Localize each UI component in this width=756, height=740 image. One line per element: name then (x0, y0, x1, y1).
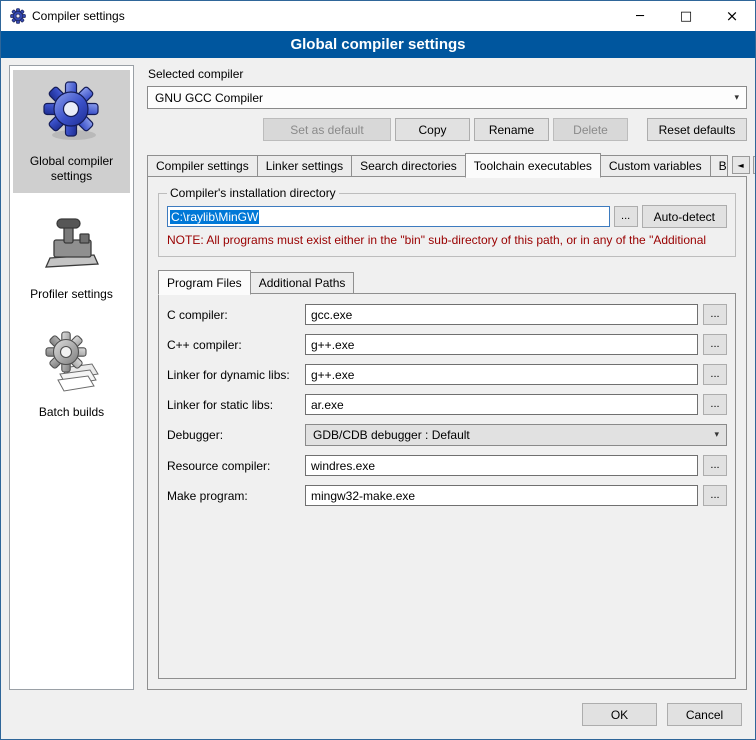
copy-button[interactable]: Copy (395, 118, 470, 141)
tab-search-directories[interactable]: Search directories (351, 155, 466, 177)
cpp-compiler-input[interactable] (305, 334, 698, 355)
selected-compiler-label: Selected compiler (148, 67, 747, 81)
installation-directory-legend: Compiler's installation directory (167, 186, 339, 200)
sidebar-item-label: Batch builds (39, 405, 104, 420)
program-files-page: C compiler: ... C++ compiler: ... Linker… (158, 293, 736, 679)
tab-custom-variables[interactable]: Custom variables (600, 155, 711, 177)
minimize-button[interactable]: ─ (617, 1, 663, 31)
main-panel: Selected compiler GNU GCC Compiler ▾ Set… (147, 65, 747, 690)
field-row-linker-static: Linker for static libs: ... (167, 394, 727, 415)
tab-build-options-truncated[interactable]: Buil (710, 155, 728, 177)
window-title: Compiler settings (32, 9, 125, 23)
sidebar-item-batch-builds[interactable]: Batch builds (13, 321, 130, 429)
settings-sidebar: Global compiler settings Profiler se (9, 65, 134, 690)
page-title: Global compiler settings (1, 31, 755, 58)
dialog-footer: OK Cancel (1, 690, 755, 739)
field-row-resource-compiler: Resource compiler: ... (167, 455, 727, 476)
tab-toolchain-executables[interactable]: Toolchain executables (465, 153, 601, 178)
selected-compiler-select[interactable]: GNU GCC Compiler ▾ (147, 86, 747, 109)
linker-dynamic-label: Linker for dynamic libs: (167, 368, 305, 382)
tab-linker-settings[interactable]: Linker settings (257, 155, 352, 177)
subtab-program-files[interactable]: Program Files (158, 270, 251, 295)
compiler-actions: Set as default Copy Rename Delete Reset … (147, 118, 747, 141)
debugger-label: Debugger: (167, 428, 305, 442)
resource-compiler-browse-button[interactable]: ... (703, 455, 727, 476)
resource-compiler-label: Resource compiler: (167, 459, 305, 473)
make-program-browse-button[interactable]: ... (703, 485, 727, 506)
tab-scroll-right-icon[interactable]: ► (753, 156, 756, 174)
sidebar-item-label: Profiler settings (30, 287, 113, 302)
selected-compiler-value: GNU GCC Compiler (155, 91, 263, 105)
install-dir-selected-text: C:\raylib\MinGW (170, 210, 259, 224)
chevron-down-icon: ▾ (734, 93, 739, 103)
bin-subdirectory-note: NOTE: All programs must exist either in … (167, 233, 727, 247)
chevron-down-icon: ▾ (714, 430, 719, 440)
cpp-compiler-label: C++ compiler: (167, 338, 305, 352)
install-dir-browse-button[interactable]: ... (614, 206, 638, 227)
blue-gear-icon (40, 79, 104, 146)
app-gear-icon (10, 8, 26, 24)
linker-static-input[interactable] (305, 394, 698, 415)
auto-detect-button[interactable]: Auto-detect (642, 205, 727, 228)
dialog-content: Global compiler settings Profiler se (1, 58, 755, 690)
install-dir-input[interactable]: C:\raylib\MinGW (167, 206, 610, 227)
installation-directory-group: Compiler's installation directory C:\ray… (158, 186, 736, 257)
make-program-input[interactable] (305, 485, 698, 506)
tab-scroll-left-icon[interactable]: ◄ (732, 156, 750, 174)
delete-button[interactable]: Delete (553, 118, 628, 141)
sidebar-item-label: Global compiler settings (15, 154, 128, 184)
debugger-value: GDB/CDB debugger : Default (313, 428, 470, 442)
c-compiler-browse-button[interactable]: ... (703, 304, 727, 325)
toolchain-executables-page: Compiler's installation directory C:\ray… (147, 176, 747, 690)
batch-builds-gear-papers-icon (40, 330, 104, 397)
field-row-cpp-compiler: C++ compiler: ... (167, 334, 727, 355)
field-row-c-compiler: C compiler: ... (167, 304, 727, 325)
linker-static-label: Linker for static libs: (167, 398, 305, 412)
field-row-linker-dynamic: Linker for dynamic libs: ... (167, 364, 727, 385)
compiler-settings-window: Compiler settings ─ □ × Global compiler … (0, 0, 756, 740)
resource-compiler-input[interactable] (305, 455, 698, 476)
maximize-button[interactable]: □ (663, 1, 709, 31)
tab-compiler-settings[interactable]: Compiler settings (147, 155, 258, 177)
profiler-tool-icon (40, 212, 104, 279)
make-program-label: Make program: (167, 489, 305, 503)
set-as-default-button[interactable]: Set as default (263, 118, 391, 141)
program-files-tab-strip: Program Files Additional Paths (158, 270, 736, 294)
field-row-debugger: Debugger: GDB/CDB debugger : Default ▾ (167, 424, 727, 446)
c-compiler-input[interactable] (305, 304, 698, 325)
caption-buttons: ─ □ × (617, 1, 755, 31)
titlebar[interactable]: Compiler settings ─ □ × (1, 1, 755, 31)
cpp-compiler-browse-button[interactable]: ... (703, 334, 727, 355)
debugger-select[interactable]: GDB/CDB debugger : Default ▾ (305, 424, 727, 446)
sidebar-item-global-compiler-settings[interactable]: Global compiler settings (13, 70, 130, 193)
sidebar-item-profiler-settings[interactable]: Profiler settings (13, 203, 130, 311)
ok-button[interactable]: OK (582, 703, 657, 726)
installation-directory-row: C:\raylib\MinGW ... Auto-detect (167, 205, 727, 228)
subtab-additional-paths[interactable]: Additional Paths (250, 272, 355, 294)
field-row-make-program: Make program: ... (167, 485, 727, 506)
rename-button[interactable]: Rename (474, 118, 549, 141)
linker-dynamic-input[interactable] (305, 364, 698, 385)
tab-scroll-arrows: ◄ ► (727, 156, 756, 174)
linker-static-browse-button[interactable]: ... (703, 394, 727, 415)
reset-defaults-button[interactable]: Reset defaults (647, 118, 747, 141)
cancel-button[interactable]: Cancel (667, 703, 742, 726)
c-compiler-label: C compiler: (167, 308, 305, 322)
linker-dynamic-browse-button[interactable]: ... (703, 364, 727, 385)
close-button[interactable]: × (709, 1, 755, 31)
settings-tab-strip: Compiler settings Linker settings Search… (147, 153, 747, 177)
